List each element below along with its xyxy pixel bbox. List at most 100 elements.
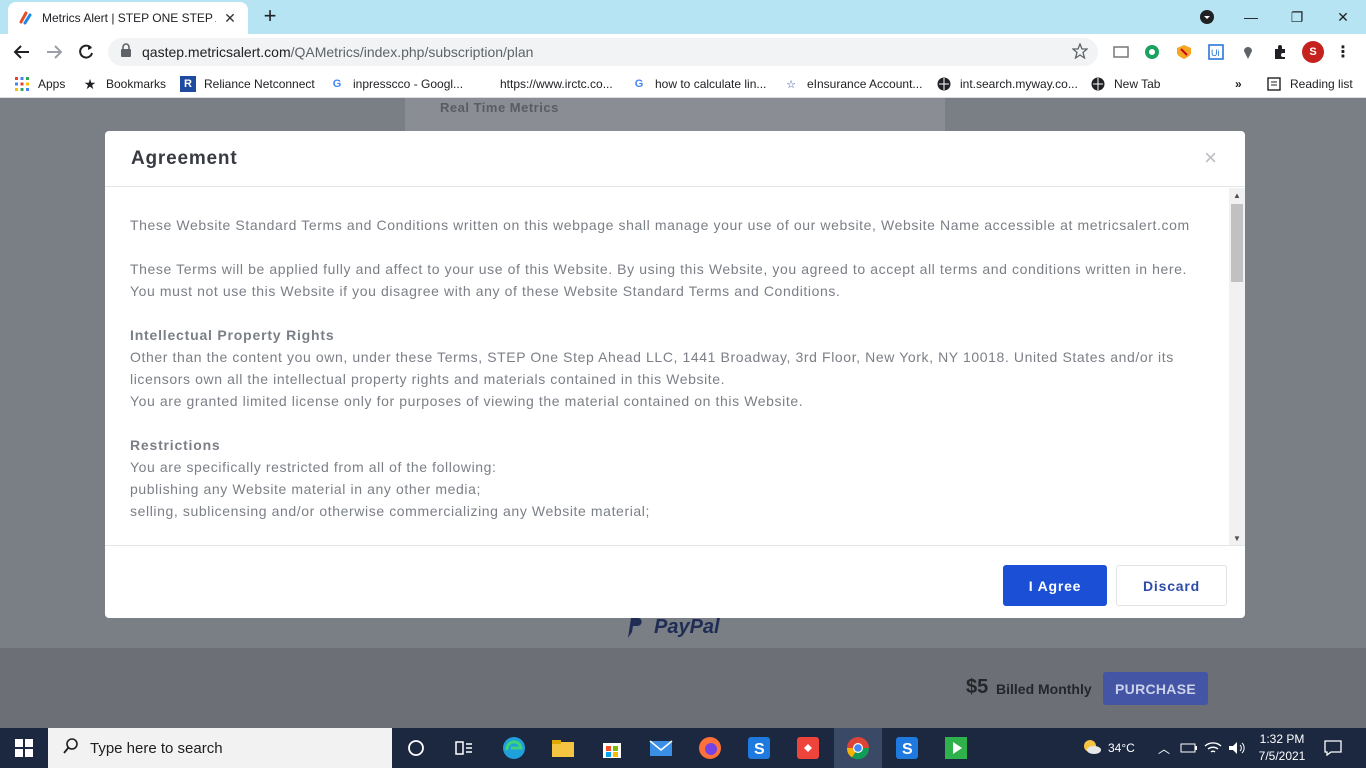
more-bookmarks-chevron-icon[interactable]: » — [1235, 75, 1242, 93]
ip-paragraph-1: Other than the content you own, under th… — [130, 349, 1174, 387]
task-view-icon[interactable] — [450, 734, 478, 762]
edge-icon[interactable] — [500, 734, 528, 762]
bookmark-label: Apps — [38, 77, 66, 91]
profile-menu-icon[interactable] — [1184, 0, 1230, 34]
url-host: qastep.metricsalert.com — [142, 44, 291, 60]
intro-paragraph-1: These Website Standard Terms and Conditi… — [130, 217, 1190, 233]
browser-tab[interactable]: Metrics Alert | STEP ONE STEP AHEAD ✕ — [8, 2, 248, 34]
location-extension-icon[interactable] — [1239, 43, 1257, 61]
reading-list-icon — [1266, 76, 1282, 92]
scroll-thumb[interactable] — [1231, 204, 1243, 282]
bookmark-bookmarks[interactable]: ★ Bookmarks — [82, 75, 166, 93]
bookmark-label: how to calculate lin... — [655, 77, 767, 91]
battery-icon[interactable] — [1180, 728, 1198, 768]
bookmark-google-search[interactable]: G inpresscco - Googl... — [329, 75, 463, 93]
windows-taskbar: Type here to search S S 34°C ︿ 1:32 PM 7… — [0, 728, 1366, 768]
firefox-icon[interactable] — [696, 734, 724, 762]
svg-text:Ui: Ui — [1211, 48, 1220, 58]
bookmark-einsurance[interactable]: ☆ eInsurance Account... — [783, 75, 922, 93]
modal-footer: I Agree Discard — [105, 545, 1245, 618]
einsurance-icon: ☆ — [786, 78, 796, 91]
weather-widget[interactable]: 34°C — [1082, 728, 1135, 768]
app-s-icon[interactable]: S — [745, 734, 773, 762]
forward-button[interactable] — [42, 40, 66, 64]
restriction-item: publishing any Website material in any o… — [130, 481, 481, 497]
restriction-item: selling, sublicensing and/or otherwise c… — [130, 503, 650, 519]
profile-avatar-icon[interactable]: S — [1302, 41, 1324, 63]
google-icon: G — [332, 78, 342, 90]
agreement-text[interactable]: These Website Standard Terms and Conditi… — [105, 188, 1230, 544]
scroll-down-arrow-icon[interactable]: ▼ — [1229, 531, 1245, 545]
agreement-modal: Agreement × These Website Standard Terms… — [105, 131, 1245, 618]
file-explorer-icon[interactable] — [549, 734, 577, 762]
bookmarks-bar: Apps ★ Bookmarks R Reliance Netconnect G… — [0, 70, 1366, 98]
uipath-extension-icon[interactable]: Ui — [1207, 43, 1225, 61]
clock-date: 7/5/2021 — [1258, 749, 1306, 763]
bookmark-label: Bookmarks — [106, 77, 167, 91]
metricsalert-favicon-icon — [18, 10, 34, 26]
search-placeholder: Type here to search — [90, 739, 223, 757]
new-tab-button[interactable]: + — [258, 4, 282, 28]
system-clock[interactable]: 1:32 PM 7/5/2021 — [1252, 731, 1312, 765]
apps-grid-icon — [14, 76, 30, 92]
paypal-logo: PayPal — [624, 616, 720, 639]
modal-close-icon[interactable]: × — [1204, 147, 1217, 169]
bookmark-myway[interactable]: int.search.myway.co... — [936, 75, 1078, 93]
scroll-up-arrow-icon[interactable]: ▲ — [1229, 188, 1245, 202]
store-icon[interactable] — [598, 734, 626, 762]
section-label: Real Time Metrics — [440, 100, 559, 115]
anydesk-icon[interactable] — [794, 734, 822, 762]
bookmark-star-icon[interactable] — [1071, 42, 1089, 64]
cortana-icon[interactable] — [402, 734, 430, 762]
minimize-button[interactable]: — — [1228, 0, 1274, 34]
app-s-icon[interactable]: S — [893, 734, 921, 762]
bookmark-irctc[interactable]: https://www.irctc.co... — [500, 75, 613, 93]
taskbar-search-input[interactable]: Type here to search — [48, 728, 392, 768]
billing-period: Billed Monthly — [996, 681, 1092, 697]
svg-text:S: S — [902, 741, 913, 758]
mail-icon[interactable] — [647, 734, 675, 762]
reload-button[interactable] — [74, 40, 98, 64]
lock-icon — [120, 42, 132, 62]
reader-extension-icon[interactable] — [1112, 43, 1130, 61]
globe-icon — [936, 76, 952, 92]
media-player-icon[interactable] — [942, 734, 970, 762]
volume-icon[interactable] — [1228, 728, 1246, 768]
bookmark-new-tab[interactable]: New Tab — [1090, 75, 1160, 93]
bookmark-reliance[interactable]: R Reliance Netconnect — [180, 75, 315, 93]
bookmark-label: int.search.myway.co... — [960, 77, 1078, 91]
back-button[interactable] — [10, 40, 34, 64]
address-bar[interactable]: qastep.metricsalert.com/QAMetrics/index.… — [108, 38, 1098, 66]
restrictions-heading: Restrictions — [130, 437, 221, 453]
close-window-button[interactable]: ✕ — [1320, 0, 1366, 34]
wifi-icon[interactable] — [1204, 728, 1222, 768]
restore-button[interactable]: ❐ — [1274, 0, 1320, 34]
paypal-text: PayPal — [654, 616, 720, 638]
chrome-icon[interactable] — [844, 734, 872, 762]
extensions-puzzle-icon[interactable] — [1271, 43, 1289, 61]
tab-close-icon[interactable]: ✕ — [222, 10, 238, 27]
browser-toolbar: qastep.metricsalert.com/QAMetrics/index.… — [0, 34, 1366, 70]
url-path: /QAMetrics/index.php/subscription/plan — [290, 44, 534, 60]
bookmark-apps[interactable]: Apps — [14, 75, 65, 93]
ip-heading: Intellectual Property Rights — [130, 327, 335, 343]
svg-text:S: S — [754, 741, 765, 758]
chat-extension-icon[interactable] — [1143, 43, 1161, 61]
shield-extension-icon[interactable] — [1175, 43, 1193, 61]
bookmark-label: https://www.irctc.co... — [500, 77, 613, 91]
browser-tab-strip: Metrics Alert | STEP ONE STEP AHEAD ✕ + … — [0, 0, 1366, 34]
bookmark-how-to-calculate[interactable]: G how to calculate lin... — [631, 75, 767, 93]
discard-button[interactable]: Discard — [1116, 565, 1227, 606]
chrome-menu-icon[interactable]: ⋮ — [1334, 43, 1352, 61]
notifications-icon[interactable] — [1324, 728, 1342, 768]
star-icon: ★ — [83, 75, 97, 92]
clock-time: 1:32 PM — [1259, 732, 1305, 746]
windows-start-icon[interactable] — [0, 728, 48, 768]
plan-price: $5 — [966, 676, 989, 698]
show-hidden-icons-chevron-icon[interactable]: ︿ — [1158, 728, 1170, 768]
agree-button[interactable]: I Agree — [1003, 565, 1107, 606]
reading-list-button[interactable]: Reading list — [1266, 75, 1353, 93]
purchase-button[interactable]: PURCHASE — [1103, 672, 1208, 705]
search-icon — [62, 737, 80, 760]
modal-scrollbar[interactable]: ▲ ▼ — [1229, 188, 1245, 545]
